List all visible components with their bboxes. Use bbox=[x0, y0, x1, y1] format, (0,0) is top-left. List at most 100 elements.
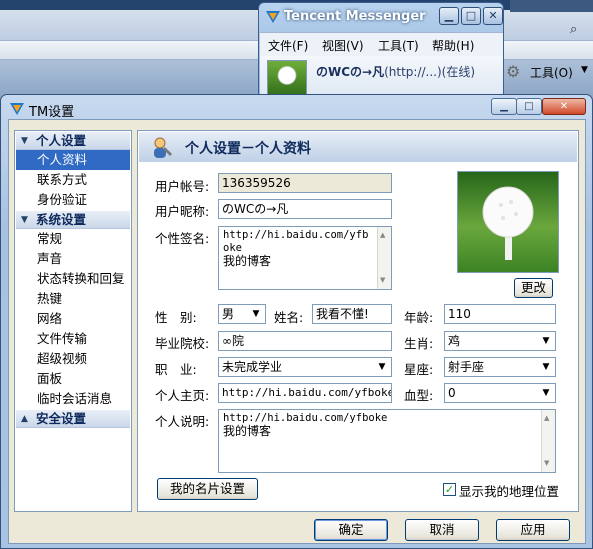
nav-item-status[interactable]: 状态转换和回复 bbox=[16, 269, 130, 289]
age-field[interactable]: 110 bbox=[444, 304, 556, 324]
nav-group-system[interactable]: ▼ 系统设置 bbox=[16, 211, 130, 229]
blood-label: 血型: bbox=[404, 388, 434, 403]
nav-item-general[interactable]: 常规 bbox=[16, 229, 130, 249]
expand-icon: ▲ bbox=[21, 414, 28, 424]
menu-help[interactable]: 帮助(H) bbox=[432, 37, 474, 54]
cancel-button[interactable]: 取消 bbox=[405, 519, 479, 541]
messenger-nickname: のWCの→凡(http://...)(在线) bbox=[316, 65, 476, 79]
tm-logo-icon bbox=[10, 103, 24, 115]
chevron-down-icon: ▼ bbox=[252, 309, 260, 319]
chevron-down-icon: ▼ bbox=[542, 362, 550, 372]
job-select[interactable]: 未完成学业 ▼ bbox=[218, 357, 392, 377]
apply-button[interactable]: 应用 bbox=[496, 519, 570, 541]
homepage-label: 个人主页: bbox=[155, 388, 210, 403]
panel-header: 个人设置－个人资料 bbox=[139, 132, 577, 162]
change-photo-button[interactable]: 更改 bbox=[514, 278, 553, 298]
background-window-controls bbox=[510, 0, 593, 12]
name-field[interactable]: 我看不懂! bbox=[312, 304, 392, 324]
avatar[interactable] bbox=[267, 60, 307, 98]
nav-item-video[interactable]: 超级视频 bbox=[16, 349, 130, 369]
gender-value: 男 bbox=[222, 307, 235, 321]
star-value: 射手座 bbox=[448, 360, 485, 374]
job-label: 职 业: bbox=[155, 362, 197, 377]
star-select[interactable]: 射手座 ▼ bbox=[444, 357, 556, 377]
minimize-button[interactable]: ▁ bbox=[439, 7, 459, 25]
settings-nav-tree: ▼ 个人设置 个人资料 联系方式 身份验证 ▼ 系统设置 常规 声音 状态转换和回复… bbox=[14, 130, 132, 512]
nav-item-hotkey[interactable]: 热键 bbox=[16, 289, 130, 309]
name-label: 姓名: bbox=[274, 310, 304, 325]
messenger-window: Tencent Messenger ▁ □ ✕ 文件(F) 视图(V) 工具(T… bbox=[258, 2, 504, 102]
maximize-button[interactable]: □ bbox=[516, 98, 542, 115]
minimize-button[interactable]: ▁ bbox=[491, 98, 517, 115]
menu-tools[interactable]: 工具(T) bbox=[378, 37, 419, 54]
tools-label: 工具(O) bbox=[530, 66, 573, 80]
nav-item-temp-session[interactable]: 临时会话消息 bbox=[16, 389, 130, 409]
show-location-checkbox[interactable]: ✓ bbox=[443, 483, 456, 496]
user-profile-icon bbox=[154, 137, 172, 158]
collapse-icon: ▼ bbox=[21, 215, 28, 225]
nav-item-contact[interactable]: 联系方式 bbox=[16, 170, 130, 190]
show-location-label: 显示我的地理位置 bbox=[459, 484, 560, 499]
chevron-down-icon: ▼ bbox=[581, 65, 588, 75]
nav-group-security[interactable]: ▲ 安全设置 bbox=[16, 410, 130, 428]
chevron-down-icon: ▼ bbox=[542, 336, 550, 346]
search-icon[interactable]: ⌕ bbox=[570, 22, 588, 40]
close-button[interactable]: ✕ bbox=[483, 7, 503, 25]
nav-item-network[interactable]: 网络 bbox=[16, 309, 130, 329]
close-button[interactable]: ✕ bbox=[542, 98, 586, 115]
description-url: http://hi.baidu.com/yfboke bbox=[223, 412, 388, 424]
nav-item-file-transfer[interactable]: 文件传输 bbox=[16, 329, 130, 349]
signature-textarea[interactable]: http://hi.baidu.com/yfboke 我的博客 ▲ ▼ bbox=[218, 226, 392, 290]
nickname-label: 用户昵称: bbox=[155, 204, 210, 219]
scrollbar[interactable]: ▲ ▼ bbox=[541, 410, 555, 472]
dialog-title: TM设置 bbox=[29, 105, 75, 120]
zodiac-value: 鸡 bbox=[448, 334, 461, 348]
scrollbar[interactable]: ▲ ▼ bbox=[377, 227, 391, 289]
collapse-icon: ▼ bbox=[21, 136, 28, 146]
dialog-client-area: ▼ 个人设置 个人资料 联系方式 身份验证 ▼ 系统设置 常规 声音 状态转换和回复… bbox=[8, 119, 586, 544]
messenger-logo-icon bbox=[266, 11, 280, 23]
blood-select[interactable]: 0 ▼ bbox=[444, 383, 556, 403]
golf-ball-image bbox=[482, 186, 534, 260]
maximize-button[interactable]: □ bbox=[461, 7, 481, 25]
profile-photo bbox=[457, 171, 559, 273]
nav-item-profile[interactable]: 个人资料 bbox=[16, 150, 130, 170]
zodiac-label: 生肖: bbox=[404, 336, 434, 351]
menu-view[interactable]: 视图(V) bbox=[322, 37, 364, 54]
signature-label: 个性签名: bbox=[155, 231, 210, 246]
nav-item-verification[interactable]: 身份验证 bbox=[16, 190, 130, 210]
age-label: 年龄: bbox=[404, 310, 434, 325]
zodiac-select[interactable]: 鸡 ▼ bbox=[444, 331, 556, 351]
signature-text: 我的博客 bbox=[223, 254, 272, 268]
star-label: 星座: bbox=[404, 362, 434, 377]
description-label: 个人说明: bbox=[155, 414, 210, 429]
chevron-down-icon: ▼ bbox=[542, 388, 550, 398]
nav-item-panel[interactable]: 面板 bbox=[16, 369, 130, 389]
nickname-field[interactable]: のWCの→凡 bbox=[218, 199, 392, 219]
menu-file[interactable]: 文件(F) bbox=[268, 37, 308, 54]
signature-url: http://hi.baidu.com/yfboke bbox=[223, 229, 369, 254]
profile-panel: 个人设置－个人资料 用户帐号: 136359526 用户昵称: のWCの→凡 个… bbox=[137, 130, 579, 512]
school-field[interactable]: ∞院 bbox=[218, 331, 392, 351]
panel-title: 个人设置－个人资料 bbox=[185, 141, 311, 157]
blood-value: 0 bbox=[448, 386, 456, 400]
account-label: 用户帐号: bbox=[155, 179, 210, 194]
description-textarea[interactable]: http://hi.baidu.com/yfboke 我的博客 ▲ ▼ bbox=[218, 409, 556, 473]
gender-label: 性 别: bbox=[155, 310, 197, 325]
nav-group-personal[interactable]: ▼ 个人设置 bbox=[16, 132, 130, 150]
ok-button[interactable]: 确定 bbox=[314, 519, 388, 541]
messenger-title: Tencent Messenger bbox=[284, 9, 426, 24]
job-value: 未完成学业 bbox=[222, 360, 283, 374]
description-text: 我的博客 bbox=[223, 424, 272, 438]
tools-menu-button[interactable]: ⚙ 工具(O) ▼ bbox=[504, 60, 593, 84]
nav-item-sound[interactable]: 声音 bbox=[16, 249, 130, 269]
school-label: 毕业院校: bbox=[155, 336, 210, 351]
homepage-field[interactable]: http://hi.baidu.com/yfboke/ bbox=[218, 383, 392, 403]
account-field: 136359526 bbox=[218, 173, 392, 193]
messenger-menubar: 文件(F) 视图(V) 工具(T) 帮助(H) bbox=[260, 32, 503, 56]
gear-icon: ⚙ bbox=[506, 62, 521, 81]
gender-select[interactable]: 男 ▼ bbox=[218, 304, 266, 324]
chevron-down-icon: ▼ bbox=[378, 362, 386, 372]
settings-dialog: TM设置 ▁ □ ✕ ▼ 个人设置 个人资料 联系方式 身份验证 ▼ 系统设置 常规… bbox=[0, 94, 593, 549]
card-settings-button[interactable]: 我的名片设置 bbox=[157, 478, 258, 500]
